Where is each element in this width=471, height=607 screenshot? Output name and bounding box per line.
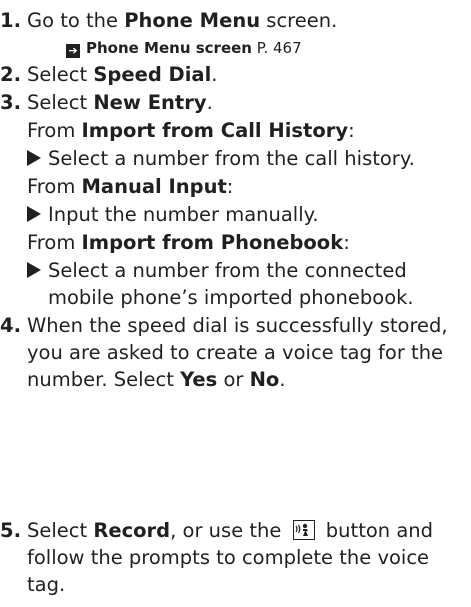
option-manual-detail: Input the number manually. [27,202,319,228]
step-number: 1. [0,9,21,32]
step-3: 3. Select New Entry. [0,91,213,114]
option-phonebook: From Import from Phonebook: [27,231,350,254]
option-call-history: From Import from Call History: [27,119,355,142]
step-5: 5. Select Record, or use the button and [0,519,434,542]
triangle-bullet-icon [27,150,41,166]
step-5-cont-2: tag. [27,573,66,596]
step-1: 1. Go to the Phone Menu screen. [0,9,338,32]
reference-arrow-icon: ➔ [66,44,80,58]
talk-button-icon [292,520,315,540]
step-5-cont: follow the prompts to complete the voice [27,546,430,569]
step-number: 5. [0,519,21,542]
step-4-cont: you are asked to create a voice tag for … [27,341,444,364]
step-2: 2. Select Speed Dial. [0,63,218,86]
option-call-history-detail: Select a number from the call history. [27,146,415,172]
option-manual-input: From Manual Input: [27,175,234,198]
page-reference[interactable]: ➔ Phone Menu screen P. 467 [66,35,302,61]
option-phonebook-detail: Select a number from the connected [27,258,407,284]
step-4-cont-2: number. Select Yes or No. [27,368,286,391]
step-number: 4. [0,314,21,337]
triangle-bullet-icon [27,262,41,278]
step-number: 3. [0,91,21,114]
step-number: 2. [0,63,21,86]
step-4: 4. When the speed dial is successfully st… [0,314,448,337]
triangle-bullet-icon [27,206,41,222]
option-phonebook-detail-cont: mobile phone’s imported phonebook. [48,286,414,309]
